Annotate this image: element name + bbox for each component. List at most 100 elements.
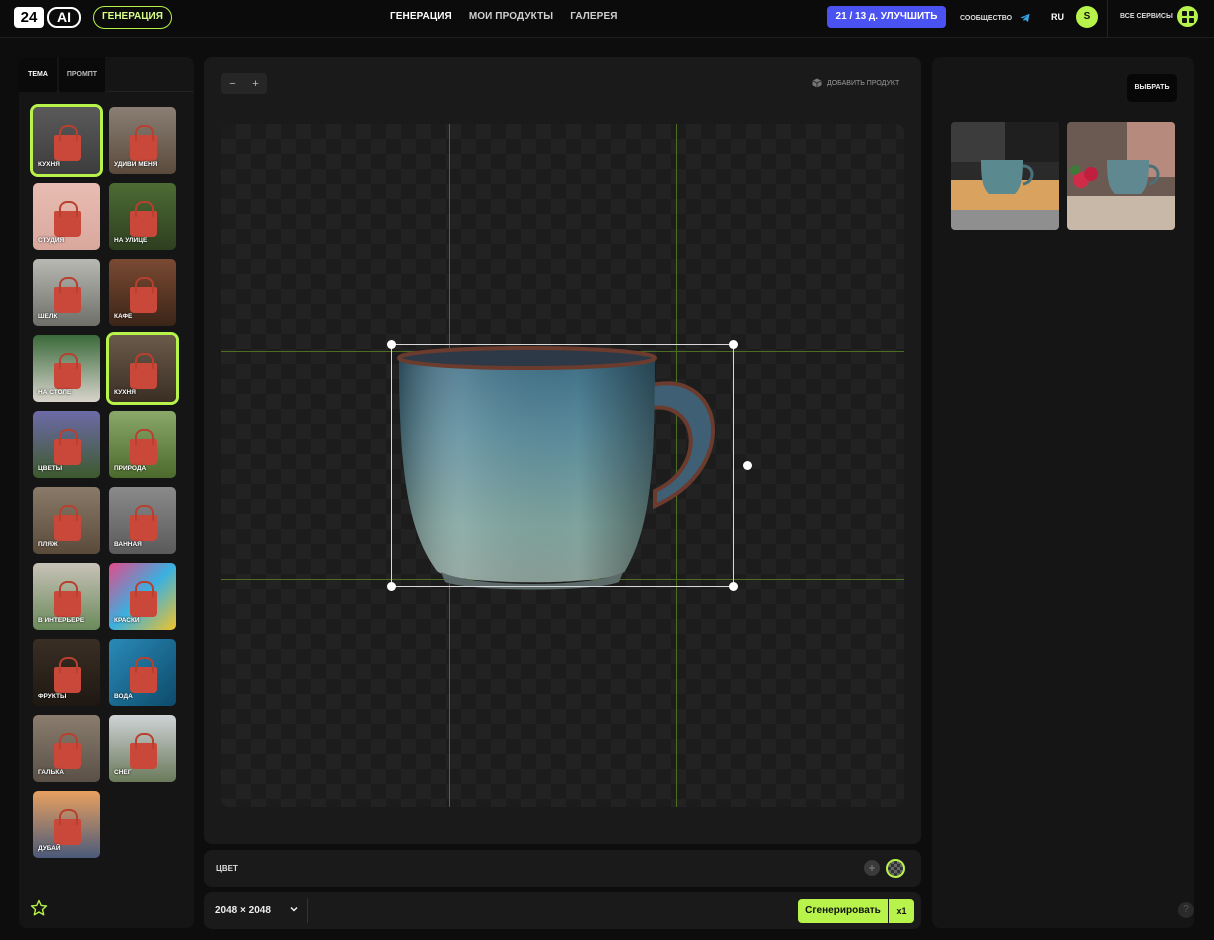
theme-label: КРАСКИ bbox=[114, 617, 140, 624]
favorites-star-icon[interactable] bbox=[30, 899, 48, 917]
resize-handle[interactable] bbox=[387, 582, 396, 591]
theme-item[interactable]: КУХНЯ bbox=[106, 332, 179, 405]
bag-image bbox=[130, 201, 157, 237]
theme-item[interactable]: ЦВЕТЫ bbox=[33, 411, 100, 478]
bag-image bbox=[54, 733, 81, 769]
choose-button[interactable]: ВЫБРАТЬ bbox=[1127, 74, 1177, 102]
theme-label: ПРИРОДА bbox=[114, 465, 147, 472]
add-product-button[interactable]: ДОБАВИТЬ ПРОДУКТ bbox=[812, 78, 899, 88]
theme-label: ГАЛЬКА bbox=[38, 769, 64, 776]
theme-label: ФРУКТЫ bbox=[38, 693, 67, 700]
resolution-select[interactable]: 2048 × 2048 bbox=[215, 905, 271, 916]
theme-label: ДУБАЙ bbox=[38, 845, 61, 852]
bag-image bbox=[54, 125, 81, 161]
main-nav: ГЕНЕРАЦИЯ МОИ ПРОДУКТЫ ГАЛЕРЕЯ bbox=[390, 11, 618, 22]
box-icon bbox=[812, 78, 822, 88]
result-image bbox=[951, 122, 1059, 230]
logo-24: 24 bbox=[14, 7, 44, 28]
divider bbox=[307, 898, 308, 923]
theme-item[interactable]: КРАСКИ bbox=[109, 563, 176, 630]
chevron-down-icon[interactable] bbox=[289, 904, 299, 914]
bag-image bbox=[54, 505, 81, 541]
theme-item[interactable]: ШЕЛК bbox=[33, 259, 100, 326]
tab-prompt[interactable]: ПРОМПТ bbox=[59, 57, 105, 92]
theme-label: КАФЕ bbox=[114, 313, 133, 320]
add-color-button[interactable]: + bbox=[864, 860, 880, 876]
theme-item[interactable]: ФРУКТЫ bbox=[33, 639, 100, 706]
apps-grid-icon[interactable] bbox=[1177, 6, 1198, 27]
community-link[interactable]: СООБЩЕСТВО bbox=[960, 13, 1030, 23]
bag-image bbox=[54, 429, 81, 465]
bag-image bbox=[54, 201, 81, 237]
theme-label: СНЕГ bbox=[114, 769, 132, 776]
theme-item[interactable]: ВАННАЯ bbox=[109, 487, 176, 554]
theme-label: НА УЛИЦЕ bbox=[114, 237, 148, 244]
bag-image bbox=[130, 733, 157, 769]
results-panel: ВЫБРАТЬ ? bbox=[932, 57, 1194, 928]
theme-label: В ИНТЕРЬЕРЕ bbox=[38, 617, 85, 624]
theme-item[interactable]: НА СТОЛЕ bbox=[33, 335, 100, 402]
transparent-canvas[interactable] bbox=[221, 124, 904, 807]
logo[interactable]: 24 AI bbox=[14, 7, 81, 28]
theme-item[interactable]: ВОДА bbox=[109, 639, 176, 706]
color-label: ЦВЕТ bbox=[216, 864, 238, 873]
bag-image bbox=[130, 581, 157, 617]
all-services-link[interactable]: ВСЕ СЕРВИСЫ bbox=[1120, 13, 1173, 20]
theme-label: ВАННАЯ bbox=[114, 541, 142, 548]
generate-bar: 2048 × 2048 Сгенерировать x1 bbox=[204, 892, 921, 929]
resize-handle[interactable] bbox=[729, 582, 738, 591]
canvas-area: − + ДОБАВИТЬ ПРОДУКТ bbox=[204, 57, 921, 844]
theme-label: КУХНЯ bbox=[114, 389, 136, 396]
theme-item[interactable]: СТУДИЯ bbox=[33, 183, 100, 250]
generate-button[interactable]: Сгенерировать bbox=[798, 899, 888, 923]
theme-item[interactable]: ПРИРОДА bbox=[109, 411, 176, 478]
transparent-color-swatch[interactable] bbox=[886, 859, 905, 878]
multiplier-button[interactable]: x1 bbox=[889, 899, 914, 923]
theme-label: НА СТОЛЕ bbox=[38, 389, 72, 396]
resize-handle[interactable] bbox=[387, 340, 396, 349]
bag-image bbox=[54, 581, 81, 617]
divider bbox=[1107, 0, 1108, 38]
top-bar: 24 AI ГЕНЕРАЦИЯ ГЕНЕРАЦИЯ МОИ ПРОДУКТЫ Г… bbox=[0, 0, 1214, 38]
theme-item[interactable]: В ИНТЕРЬЕРЕ bbox=[33, 563, 100, 630]
color-bar: ЦВЕТ + bbox=[204, 850, 921, 887]
result-thumbnail[interactable] bbox=[951, 122, 1059, 230]
theme-label: СТУДИЯ bbox=[38, 237, 65, 244]
language-switch[interactable]: RU bbox=[1051, 12, 1064, 22]
rotate-handle[interactable] bbox=[743, 461, 752, 470]
zoom-controls: − + bbox=[221, 73, 267, 94]
theme-item[interactable]: УДИВИ МЕНЯ bbox=[109, 107, 176, 174]
result-thumbnail[interactable] bbox=[1067, 122, 1175, 230]
theme-label: ШЕЛК bbox=[38, 313, 58, 320]
nav-gallery[interactable]: ГАЛЕРЕЯ bbox=[570, 11, 617, 22]
theme-item[interactable]: ДУБАЙ bbox=[33, 791, 100, 858]
add-product-label: ДОБАВИТЬ ПРОДУКТ bbox=[827, 79, 900, 87]
theme-label: ПЛЯЖ bbox=[38, 541, 58, 548]
zoom-out-button[interactable]: − bbox=[229, 78, 235, 90]
selection-box[interactable] bbox=[391, 344, 734, 587]
nav-my-products[interactable]: МОИ ПРОДУКТЫ bbox=[469, 11, 553, 22]
tab-theme[interactable]: ТЕМА bbox=[19, 57, 57, 92]
telegram-icon bbox=[1020, 13, 1030, 22]
zoom-in-button[interactable]: + bbox=[252, 78, 258, 90]
upgrade-button[interactable]: 21 / 13 д. УЛУЧШИТЬ bbox=[827, 6, 946, 28]
theme-item[interactable]: ПЛЯЖ bbox=[33, 487, 100, 554]
theme-item[interactable]: ГАЛЬКА bbox=[33, 715, 100, 782]
bag-image bbox=[130, 353, 157, 389]
bag-image bbox=[54, 277, 81, 313]
theme-item[interactable]: КАФЕ bbox=[109, 259, 176, 326]
bag-image bbox=[130, 657, 157, 693]
result-image bbox=[1067, 122, 1175, 230]
help-button[interactable]: ? bbox=[1178, 902, 1194, 918]
logo-ai: AI bbox=[47, 7, 81, 28]
mode-pill[interactable]: ГЕНЕРАЦИЯ bbox=[93, 6, 172, 29]
nav-generation[interactable]: ГЕНЕРАЦИЯ bbox=[390, 11, 452, 22]
theme-label: УДИВИ МЕНЯ bbox=[114, 161, 158, 168]
theme-item[interactable]: НА УЛИЦЕ bbox=[109, 183, 176, 250]
resize-handle[interactable] bbox=[729, 340, 738, 349]
bag-image bbox=[130, 125, 157, 161]
theme-item[interactable]: СНЕГ bbox=[109, 715, 176, 782]
bag-image bbox=[54, 353, 81, 389]
theme-item[interactable]: КУХНЯ bbox=[30, 104, 103, 177]
avatar[interactable]: S bbox=[1076, 6, 1098, 28]
